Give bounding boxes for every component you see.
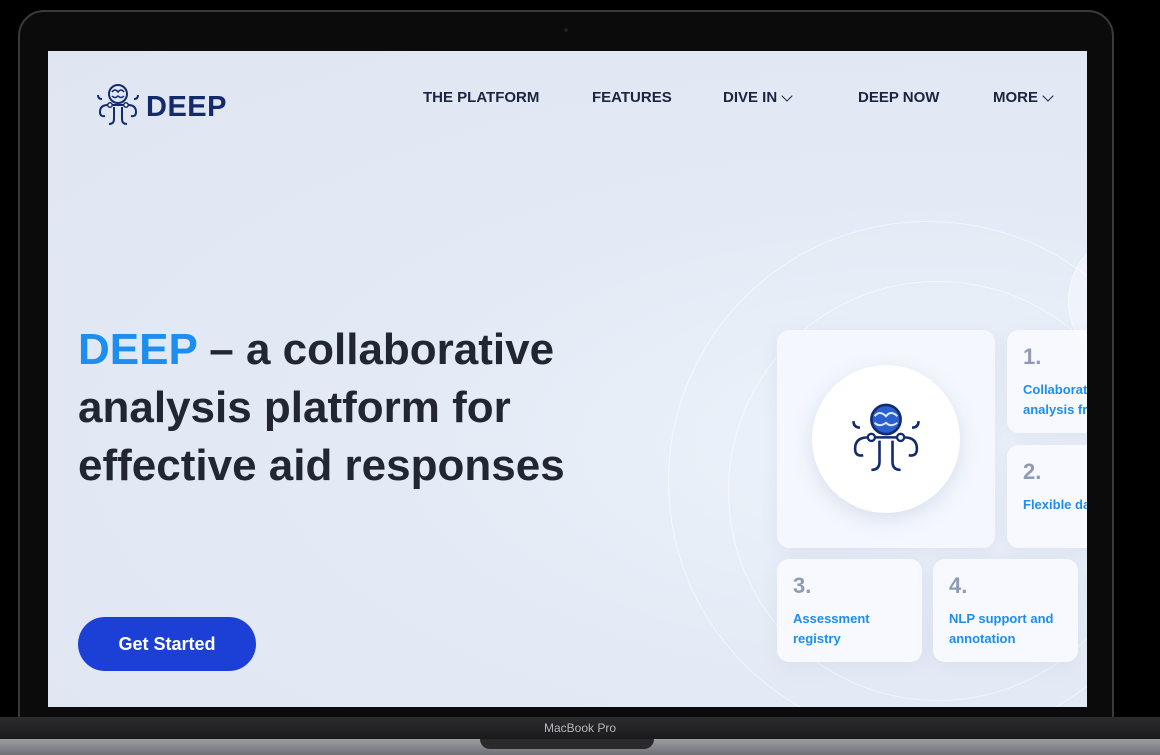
octopus-brain-icon	[812, 365, 960, 513]
nav-features[interactable]: FEATURES	[592, 89, 672, 106]
laptop-notch	[480, 739, 654, 749]
nav-the-platform[interactable]: THE PLATFORM	[423, 89, 539, 106]
feature-card-4[interactable]: 4. NLP support and annotation	[933, 559, 1078, 662]
webcam	[564, 28, 568, 32]
chevron-down-icon	[1042, 89, 1054, 102]
nav-dive-in[interactable]: DIVE IN	[723, 89, 793, 106]
hero-title-accent: DEEP	[78, 325, 198, 374]
feature-card-1[interactable]: 1. Collaborat analysis fr	[1007, 330, 1087, 433]
nav-more[interactable]: MORE	[993, 89, 1054, 106]
hero-title: DEEP – a collaborative analysis platform…	[78, 321, 638, 495]
feature-card-3[interactable]: 3. Assessment registry	[777, 559, 922, 662]
nav-deep-now[interactable]: DEEP NOW	[858, 89, 939, 106]
chevron-down-icon	[781, 89, 793, 102]
main-nav: THE PLATFORM FEATURES DIVE IN DEEP NOW M…	[48, 89, 1087, 111]
device-label: MacBook Pro	[543, 721, 617, 735]
feature-card-2[interactable]: 2. Flexible da	[1007, 445, 1087, 548]
feature-emblem-card	[777, 330, 995, 548]
get-started-button[interactable]: Get Started	[78, 617, 256, 671]
browser-screen: DEEP THE PLATFORM FEATURES DIVE IN DEEP …	[48, 51, 1087, 707]
